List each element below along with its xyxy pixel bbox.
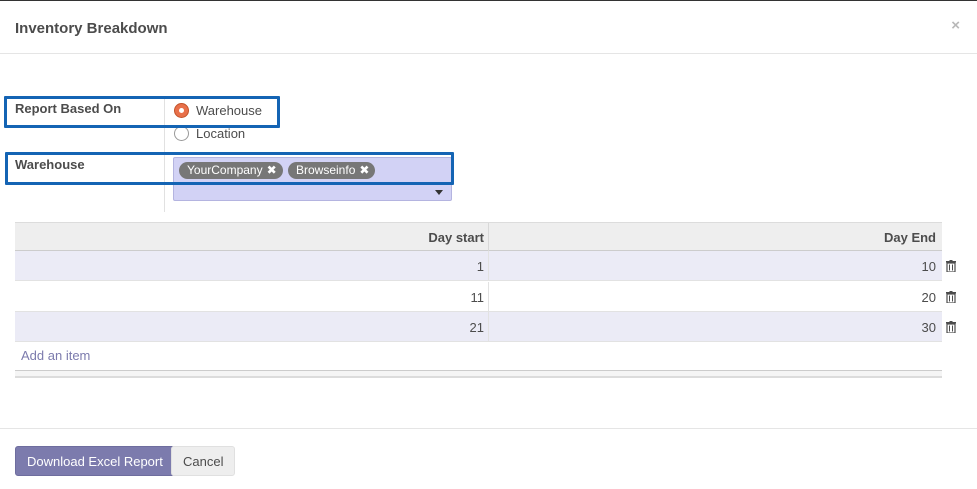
column-divider xyxy=(488,282,489,311)
table-header: Day start Day End xyxy=(15,222,942,251)
cell-day-start[interactable]: 1 xyxy=(477,259,484,274)
column-divider xyxy=(488,312,489,341)
table-row[interactable]: 1 10 xyxy=(15,251,956,281)
dialog-footer: Download Excel Report Cancel xyxy=(0,428,977,489)
dialog-header: Inventory Breakdown × xyxy=(0,1,977,54)
column-header-day-start[interactable]: Day start xyxy=(428,230,484,245)
cell-day-end[interactable]: 30 xyxy=(922,320,936,335)
column-divider xyxy=(488,223,489,251)
download-excel-report-button[interactable]: Download Excel Report xyxy=(15,446,175,476)
cancel-button[interactable]: Cancel xyxy=(171,446,236,476)
cell-day-end[interactable]: 10 xyxy=(922,259,936,274)
table-row[interactable]: 21 30 xyxy=(15,312,956,342)
trash-icon[interactable] xyxy=(946,260,956,272)
add-item-link[interactable]: Add an item xyxy=(21,348,90,363)
cell-day-end[interactable]: 20 xyxy=(922,290,936,305)
trash-icon[interactable] xyxy=(946,291,956,303)
cell-day-start[interactable]: 11 xyxy=(471,290,485,305)
highlight-box-warehouse xyxy=(5,152,454,185)
table-row[interactable]: 11 20 xyxy=(15,282,956,312)
column-divider xyxy=(488,251,489,280)
table-footer xyxy=(15,370,942,378)
cell-day-start[interactable]: 21 xyxy=(470,320,484,335)
highlight-box-report-based-on xyxy=(4,96,280,128)
close-icon[interactable]: × xyxy=(951,18,960,33)
dialog-title: Inventory Breakdown xyxy=(15,20,168,37)
trash-icon[interactable] xyxy=(946,321,956,333)
caret-down-icon[interactable] xyxy=(435,190,443,195)
column-header-day-end[interactable]: Day End xyxy=(884,230,936,245)
